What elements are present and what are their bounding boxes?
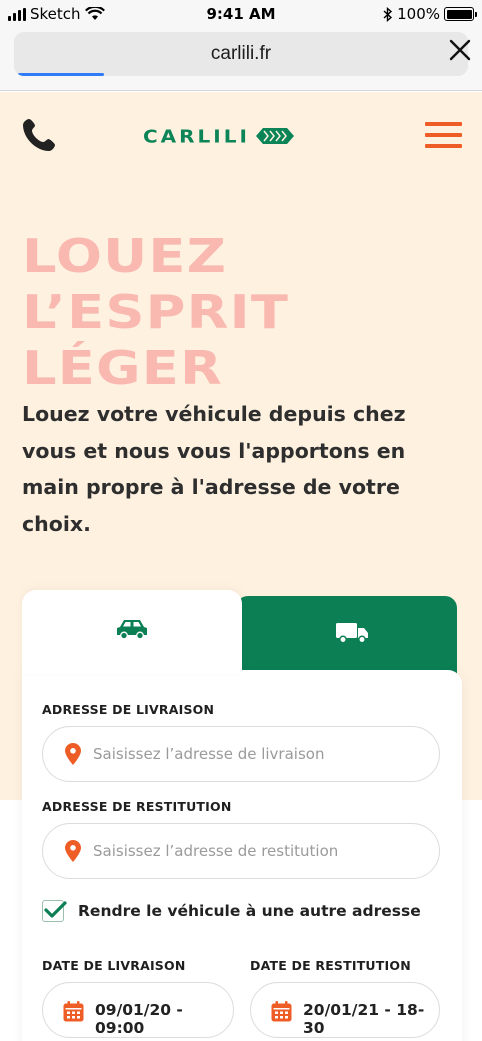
status-right: 100%: [383, 5, 477, 23]
address-bar[interactable]: carlili.fr: [14, 32, 468, 76]
delivery-address-input[interactable]: Saisissez l’adresse de livraison: [42, 726, 440, 782]
logo-mark-icon: [255, 128, 294, 144]
delivery-date-input[interactable]: 09/01/20 - 09:00: [42, 982, 234, 1038]
close-icon[interactable]: [448, 38, 472, 62]
hero-description: Louez votre véhicule depuis chez vous et…: [22, 402, 406, 536]
booking-form: ADRESSE DE LIVRAISON Saisissez l’adresse…: [22, 590, 462, 1041]
calendar-icon: [271, 1001, 292, 1022]
browser-toolbar: carlili.fr: [0, 28, 482, 91]
logo-text: CARLILI: [143, 125, 250, 147]
headline-line-3: LÉGER: [22, 341, 224, 395]
return-date-value: 20/01/21 - 18-30: [303, 1001, 425, 1037]
checkmark-icon: [44, 901, 67, 918]
bluetooth-icon: [383, 6, 393, 22]
delivery-address-placeholder: Saisissez l’adresse de livraison: [93, 745, 325, 763]
url-text: carlili.fr: [210, 43, 272, 64]
headline-line-1: LOUEZ: [22, 229, 228, 283]
location-pin-icon: [65, 743, 81, 765]
hamburger-menu-icon[interactable]: [425, 122, 462, 150]
status-bar: Sketch 9:41 AM 100%: [0, 0, 482, 28]
tab-car[interactable]: [22, 590, 242, 674]
battery-icon: [444, 7, 477, 21]
car-icon: [117, 620, 147, 640]
calendar-icon: [63, 1001, 84, 1022]
phone-icon[interactable]: [20, 116, 58, 154]
return-date-label: DATE DE RESTITUTION: [250, 958, 411, 973]
other-address-checkbox[interactable]: [42, 900, 67, 922]
delivery-date-value: 09/01/20 - 09:00: [95, 1001, 183, 1037]
carlili-logo[interactable]: CARLILI: [143, 124, 294, 148]
return-address-label: ADRESSE DE RESTITUTION: [42, 799, 232, 814]
page-load-progress: [18, 73, 104, 76]
return-date-input[interactable]: 20/01/21 - 18-30: [250, 982, 440, 1038]
return-address-input[interactable]: Saisissez l’adresse de restitution: [42, 823, 440, 879]
delivery-address-label: ADRESSE DE LIVRAISON: [42, 702, 215, 717]
headline-line-2: L’ESPRIT: [22, 285, 290, 339]
other-address-label[interactable]: Rendre le véhicule à une autre adresse: [78, 902, 421, 920]
delivery-date-label: DATE DE LIVRAISON: [42, 958, 186, 973]
return-address-placeholder: Saisissez l’adresse de restitution: [93, 842, 339, 860]
hero-headline: LOUEZ L’ESPRIT LÉGER: [22, 228, 288, 396]
location-pin-icon: [65, 840, 81, 862]
battery-percent: 100%: [397, 5, 440, 23]
